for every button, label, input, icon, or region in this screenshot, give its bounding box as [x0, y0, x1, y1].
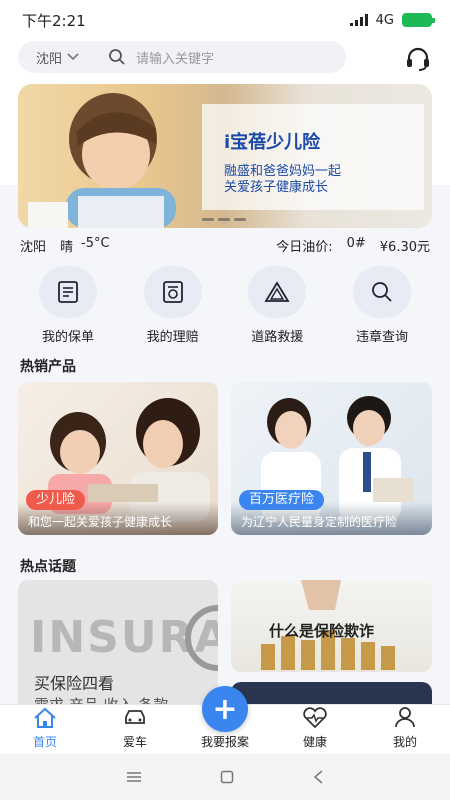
network-label: 4G [375, 12, 394, 28]
city-selector[interactable]: 沈阳 [18, 48, 102, 67]
action-label: 我的理赔 [146, 330, 199, 345]
quick-actions: 我的保单 我的理赔 道路救援 违章查询 [18, 266, 432, 345]
customer-service-icon[interactable] [404, 45, 432, 73]
product-caption: 为辽宁人民量身定制的医疗险 [241, 515, 398, 529]
home-icon [34, 707, 56, 728]
nav-label: 我的 [392, 735, 417, 749]
policy-icon [39, 266, 97, 318]
menu-icon[interactable] [126, 771, 142, 783]
product-caption: 和您一起关爱孩子健康成长 [28, 515, 173, 529]
weather-city: 沈阳 [20, 240, 47, 255]
action-road-rescue[interactable]: 道路救援 [227, 266, 327, 345]
action-my-claims[interactable]: 我的理赔 [123, 266, 223, 345]
search-icon [109, 49, 125, 65]
child-photo [28, 93, 176, 228]
product-card-medical[interactable]: 百万医疗险 为辽宁人民量身定制的医疗险 [231, 382, 432, 535]
oil-price: ¥6.30元 [379, 240, 430, 255]
magnifier-graphic [185, 605, 218, 671]
road-rescue-icon [248, 266, 307, 318]
banner-subtitle-line2: 关爱孩子健康成长 [224, 180, 329, 195]
weather-condition: 晴 [60, 240, 74, 255]
nav-profile[interactable]: 我的 [365, 705, 445, 754]
status-time: 下午2:21 [22, 11, 86, 30]
oil-price-info: 今日油价: 0# ¥6.30元 [276, 236, 430, 255]
topic-title: 买保险四看 [34, 674, 115, 693]
section-title-hot-products: 热销产品 [20, 359, 76, 375]
health-icon [303, 707, 327, 729]
weather-temp: -5°C [81, 236, 110, 251]
product-card-kids[interactable]: 少儿险 和您一起关爱孩子健康成长 [18, 382, 218, 535]
profile-icon [395, 707, 415, 728]
carousel-indicator [202, 218, 246, 221]
action-violation-search[interactable]: 违章查询 [332, 266, 432, 345]
topic-card-insurance-tips[interactable]: INSURA 买保险四看 需求 产品 收入 条款 [18, 580, 218, 704]
report-fab-button[interactable]: + [202, 686, 248, 732]
plus-icon: + [212, 691, 238, 727]
banner-title: i宝蓓少儿险 [224, 132, 321, 153]
promo-banner[interactable]: i宝蓓少儿险 融盛和爸爸妈妈一起 关爱孩子健康成长 [18, 84, 432, 228]
oil-label: 今日油价: [276, 240, 333, 255]
nav-label: 爱车 [122, 735, 147, 749]
topic-card-next[interactable] [231, 682, 432, 704]
nav-label: 我要报案 [200, 735, 249, 749]
nav-health[interactable]: 健康 [275, 705, 355, 754]
status-bar: 下午2:21 4G [0, 0, 450, 40]
action-label: 道路救援 [251, 330, 304, 345]
banner-subtitle-line1: 融盛和爸爸妈妈一起 [224, 164, 342, 179]
nav-label: 首页 [32, 735, 57, 749]
action-label: 违章查询 [355, 330, 408, 345]
nav-home[interactable]: 首页 [5, 705, 85, 754]
info-bar: 沈阳 晴 -5°C 今日油价: 0# ¥6.30元 [20, 236, 430, 255]
weather-info: 沈阳 晴 -5°C [20, 236, 110, 255]
system-nav-bar [0, 754, 450, 800]
topic-subtitle: 需求 产品 收入 条款 [34, 694, 168, 704]
oil-grade: 0# [346, 236, 366, 251]
signal-icon [349, 14, 368, 26]
nav-car[interactable]: 爱车 [95, 705, 175, 754]
battery-icon [402, 13, 435, 27]
status-icons: 4G [349, 12, 435, 28]
search-bar[interactable]: 沈阳 请输入关键字 [18, 41, 346, 73]
home-square-icon[interactable] [220, 770, 234, 784]
action-my-policy[interactable]: 我的保单 [18, 266, 118, 345]
city-label: 沈阳 [36, 51, 63, 67]
search-input[interactable]: 请输入关键字 [136, 48, 214, 67]
section-title-hot-topics: 热点话题 [20, 559, 76, 575]
product-tag: 百万医疗险 [239, 490, 325, 510]
banner-subtitle: 融盛和爸爸妈妈一起 关爱孩子健康成长 [224, 164, 384, 196]
back-icon[interactable] [312, 770, 324, 784]
action-label: 我的保单 [41, 330, 94, 345]
car-icon [125, 710, 145, 724]
topic-title: 什么是保险欺诈 [269, 622, 375, 640]
product-tag: 少儿险 [26, 490, 86, 510]
chevron-down-icon [67, 53, 79, 61]
nav-label: 健康 [302, 735, 327, 749]
topic-card-fraud[interactable]: 什么是保险欺诈 [231, 580, 432, 672]
violation-search-icon [352, 266, 411, 318]
claim-icon [143, 266, 202, 318]
